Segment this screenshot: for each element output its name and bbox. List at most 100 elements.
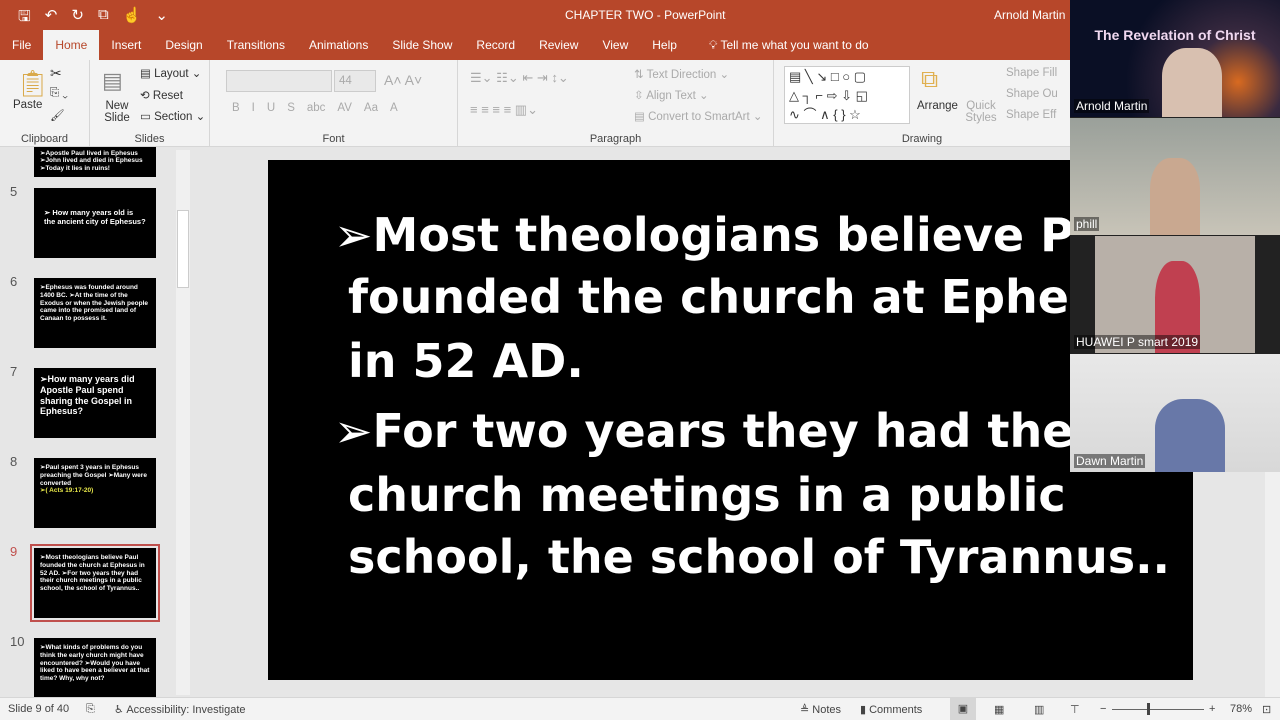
fit-to-window-icon[interactable]: ⊡ [1262,703,1271,716]
section-button[interactable]: ▭ Section ⌄ [140,109,205,123]
font-name-field[interactable] [226,70,332,92]
comments-button[interactable]: ▮ Comments [860,703,922,716]
redo-icon[interactable]: ↻ [71,6,84,31]
alignment-buttons[interactable]: ≡ ≡ ≡ ≡ ▥⌄ [470,102,538,118]
shapes-gallery[interactable]: ▤ ╲ ↘ □ ○ ▢ △ ┐ ⌐ ⇨ ⇩ ◱ ∿ ⌒ ∧ { } ☆ [784,66,910,124]
cut-icon[interactable]: ✂ [50,65,62,82]
slide-scrollbar[interactable] [1265,472,1280,697]
reset-button[interactable]: ⟲ Reset [140,88,183,102]
tab-help[interactable]: Help [640,30,689,60]
undo-icon[interactable]: ↶ [45,6,58,31]
tab-slide-show[interactable]: Slide Show [380,30,464,60]
font-grow-shrink[interactable]: A˄ A˅ [384,72,422,88]
slideshow-button[interactable]: ⊤ [1070,703,1080,716]
slide-sorter-button[interactable]: ▦ [994,703,1004,716]
paste-button[interactable]: Paste [13,99,42,111]
align-text-button[interactable]: ⇳ Align Text ⌄ [634,88,709,102]
layout-button[interactable]: ▤ Layout ⌄ [140,66,201,80]
shape-outline-button[interactable]: Shape Ou [1006,88,1058,100]
shadow-button[interactable]: S [287,102,295,114]
italic-button[interactable]: I [252,102,255,114]
slide-thumbnail[interactable]: ➢How many years did Apostle Paul spend s… [34,368,156,438]
video-tile[interactable]: HUAWEI P smart 2019 [1070,236,1280,353]
slide-thumbnail[interactable]: ➢ How many years old is the ancient city… [34,188,156,258]
tab-insert[interactable]: Insert [99,30,153,60]
slide-thumbnail-selected[interactable]: ➢Most theologians believe Paul founded t… [30,544,160,622]
slide-thumbnail[interactable]: ➢What kinds of problems do you think the… [34,638,156,697]
save-icon[interactable]: 🖫 [18,6,31,31]
tab-animations[interactable]: Animations [297,30,380,60]
slide-text-line[interactable]: ➢Most theologians believe Paul [334,208,1152,262]
list-buttons[interactable]: ☰⌄ ☷⌄ ⇤ ⇥ ↕⌄ [470,70,569,86]
accessibility-button[interactable]: ♿︎ Accessibility: Investigate [114,703,246,716]
touch-mode-icon[interactable]: ☝ [123,6,142,31]
zoom-level[interactable]: 78% [1230,703,1252,715]
participant-name: Dawn Martin [1074,454,1146,468]
underline-button[interactable]: U [267,102,275,114]
slide-text-line[interactable]: ➢For two years they had their [334,404,1112,458]
arrange-button[interactable]: Arrange [917,100,958,112]
thumbnail-text: ➢How many years did Apostle Paul spend s… [40,374,135,417]
tab-transitions[interactable]: Transitions [215,30,297,60]
tell-me-search[interactable]: 💡︎ Tell me what you want to do [709,38,869,53]
slide-text-line[interactable]: school, the school of Tyrannus.. [348,530,1170,584]
font-size-field[interactable]: 44 [334,70,376,92]
accessibility-icon: ♿︎ [114,704,127,716]
zoom-slider-handle[interactable] [1147,703,1150,715]
tab-design[interactable]: Design [153,30,214,60]
smartart-button[interactable]: ▤ Convert to SmartArt ⌄ [634,109,763,123]
shape-effects-button[interactable]: Shape Eff [1006,109,1056,121]
ribbon: 📋︎ Paste ✂ ⎘ ⌄ 🖌︎ Clipboard ▤ New Slide … [0,60,1070,147]
video-tile[interactable]: phill [1070,118,1280,235]
bold-button[interactable]: B [232,102,240,114]
slide-thumbnail[interactable]: ➢Paul spent 3 years in Ephesus preaching… [34,458,156,528]
text-direction-button[interactable]: ⇅ Text Direction ⌄ [634,67,729,81]
font-group: 44 A˄ A˅ B I U S abc AV Aa A Font [210,60,458,147]
slideshow-icon[interactable]: ⧉ [98,6,109,31]
comments-label: Comments [869,704,923,716]
font-color-button[interactable]: A [390,102,398,114]
customize-qat-icon[interactable]: ⌄ [155,6,168,31]
slide-text-line[interactable]: founded the church at Ephesus [348,270,1156,324]
notes-button[interactable]: ≜ Notes [800,703,841,716]
slide-canvas[interactable]: ➢Most theologians believe Paul founded t… [268,160,1193,680]
tell-me-label: Tell me what you want to do [720,37,869,52]
char-spacing-button[interactable]: AV [337,102,352,114]
scrollbar-thumb[interactable] [177,210,189,288]
strikethrough-button[interactable]: abc [307,102,326,114]
change-case-button[interactable]: Aa [364,102,378,114]
participant-avatar [1155,399,1225,472]
thumbnails-scrollbar[interactable] [176,150,190,695]
slide-number: 8 [10,454,18,469]
tab-view[interactable]: View [590,30,640,60]
tab-review[interactable]: Review [527,30,590,60]
tab-record[interactable]: Record [464,30,527,60]
slide-thumbnail[interactable]: ➢Ephesus was founded around 1400 BC. ➢At… [34,278,156,348]
slide-number: 10 [10,634,25,649]
format-painter-icon[interactable]: 🖌︎ [50,108,65,122]
drawing-group: ▤ ╲ ↘ □ ○ ▢ △ ┐ ⌐ ⇨ ⇩ ◱ ∿ ⌒ ∧ { } ☆ ⧉ Arra… [774,60,1070,147]
slide-text-line[interactable]: church meetings in a public [348,468,1066,522]
video-tile[interactable]: The Revelation of Christ Arnold Martin [1070,0,1280,117]
reading-view-button[interactable]: ▥ [1034,703,1044,716]
copy-icon[interactable]: ⎘ ⌄ [50,87,68,100]
tab-home[interactable]: Home [43,30,100,60]
spellcheck-icon[interactable]: ⎘ [86,703,95,716]
arrange-icon: ⧉ [921,66,939,93]
participant-name: phill [1074,217,1100,231]
slide-thumbnail[interactable]: ➢Apostle Paul lived in Ephesus ➢John liv… [34,147,156,177]
user-name[interactable]: Arnold Martin [994,8,1065,22]
lightbulb-icon: 💡︎ [708,37,721,52]
slide-text-line[interactable]: in 52 AD. [348,334,584,388]
shape-fill-button[interactable]: Shape Fill [1006,67,1057,79]
paragraph-label: Paragraph [589,133,642,145]
video-tile[interactable]: Dawn Martin [1070,354,1280,472]
zoom-in-button[interactable]: + [1209,703,1215,715]
quick-styles-button[interactable]: Quick Styles [964,100,998,124]
new-slide-button[interactable]: New Slide [100,100,134,124]
zoom-out-button[interactable]: − [1100,703,1106,715]
paste-icon: 📋︎ [16,68,50,98]
tab-file[interactable]: File [0,30,43,60]
zoom-slider[interactable] [1112,709,1204,710]
normal-view-button[interactable]: ▣ [950,698,976,720]
